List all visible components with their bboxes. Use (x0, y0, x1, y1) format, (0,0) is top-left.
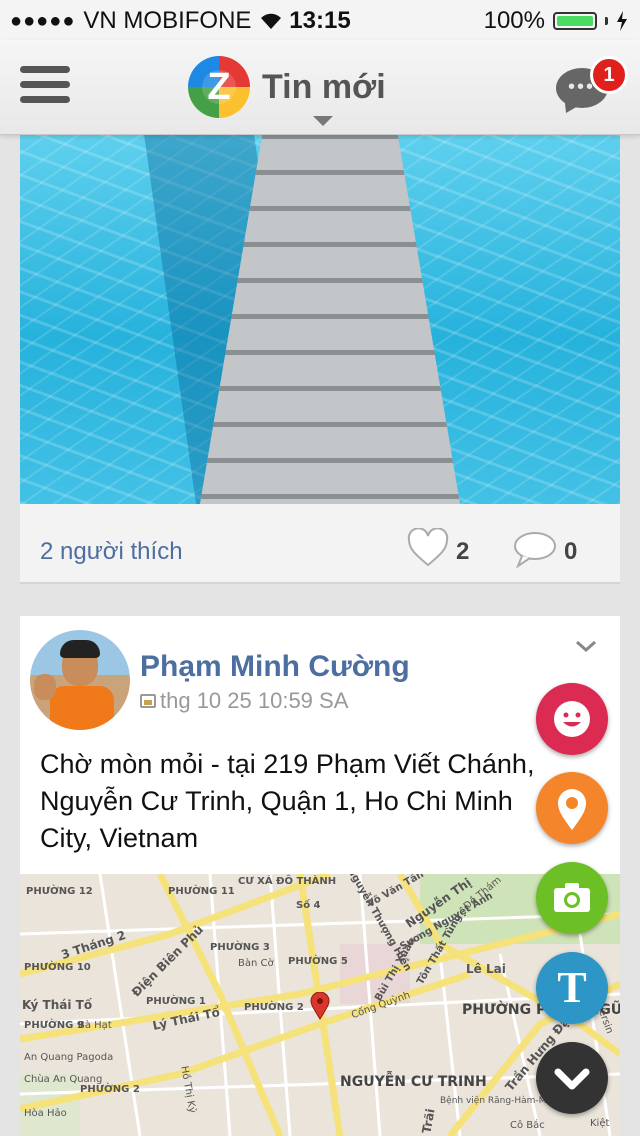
map-label: CƯ XÁ ĐÔ THÀNH (238, 876, 337, 887)
map-label: PHƯỜNG 2 (244, 1002, 304, 1013)
menu-button[interactable] (20, 66, 70, 108)
messages-button[interactable]: ••• 1 (556, 56, 628, 118)
map-label: PHƯỜNG 3 (210, 942, 270, 953)
page-title: Tin mới (262, 67, 386, 106)
map-label: PHƯỜNG 11 (168, 886, 235, 897)
sticker-button[interactable] (536, 683, 608, 755)
map-label: Kiệt (590, 1118, 610, 1129)
map-label: Bàn Cờ (238, 958, 274, 969)
text-letter-icon: T (557, 963, 587, 1012)
map-label: PHƯỜNG 1 (146, 996, 206, 1007)
map-label: NGUYỄN CƯ TRINH (340, 1074, 487, 1090)
post-meta: thg 10 25 10:59 SA (140, 688, 348, 714)
map-label: PHƯỜNG PHẠM NGŨ LÃO (462, 1002, 620, 1018)
text-post-button[interactable]: T (536, 952, 608, 1024)
comment-count: 0 (564, 538, 578, 565)
battery-percent: 100% (483, 7, 545, 34)
zing-logo: Z (188, 56, 250, 118)
battery-fill (557, 16, 593, 26)
map-label: Cô Bắc (510, 1120, 545, 1131)
map-label: An Quang Pagoda (24, 1052, 114, 1063)
map-label: PHƯỜNG 10 (24, 962, 91, 973)
camera-icon (554, 883, 590, 912)
photo-icon (140, 694, 156, 708)
likes-summary-link[interactable]: 2 người thích (40, 538, 183, 566)
location-map[interactable]: PHƯỜNG 12 PHƯỜNG 11 CƯ XÁ ĐÔ THÀNH Số 4 … (20, 874, 620, 1136)
feed-selector[interactable]: Z Tin mới (188, 56, 386, 118)
map-label: Bà Hạt (78, 1020, 112, 1031)
chevron-down-icon (576, 640, 596, 653)
hamburger-icon (20, 66, 70, 103)
comment-icon (514, 532, 556, 569)
notification-badge: 1 (590, 56, 628, 94)
map-label: PHƯỜNG 2 (80, 1084, 140, 1095)
battery-icon (553, 12, 597, 30)
avatar-hair (60, 640, 100, 658)
map-label: Hòa Hảo (24, 1108, 67, 1119)
like-button[interactable] (406, 527, 450, 568)
location-pin-icon (558, 789, 586, 830)
status-bar: ●●●●● VN MOBIFONE 13:15 100% (0, 0, 640, 40)
map-pin-icon[interactable] (310, 992, 330, 1020)
check-in-button[interactable] (536, 772, 608, 844)
post-time: thg 10 25 10:59 SA (160, 688, 349, 713)
battery-tip (605, 17, 608, 25)
nav-bar: Z Tin mới ••• 1 (0, 40, 640, 135)
avatar-vest (50, 686, 114, 730)
collapse-button[interactable] (536, 1042, 608, 1114)
photo-button[interactable] (536, 862, 608, 934)
charging-icon (617, 11, 627, 31)
smiley-icon (554, 701, 590, 737)
post-footer: 2 người thích 2 0 (20, 504, 620, 584)
post-card: Phạm Minh Cường thg 10 25 10:59 SA Chờ m… (20, 616, 620, 1136)
map-label: Số 4 (296, 900, 321, 911)
chat-dots: ••• (568, 76, 596, 98)
map-pin-svg (310, 992, 330, 1020)
map-label: Ký Thái Tố (22, 998, 93, 1012)
heart-icon (407, 527, 449, 567)
caret-down-icon (313, 116, 333, 126)
logo-letter: Z (207, 66, 231, 108)
avatar-hand (34, 674, 56, 700)
map-label: Lê Lai (466, 962, 506, 976)
comment-button[interactable] (512, 530, 558, 569)
map-label: PHƯỜNG 12 (26, 886, 93, 897)
map-label: PHƯỜNG 9 (24, 1020, 84, 1031)
like-count: 2 (456, 538, 470, 565)
map-label: PHƯỜNG 5 (288, 956, 348, 967)
status-right: 100% (484, 7, 628, 35)
author-name[interactable]: Phạm Minh Cường (140, 650, 410, 684)
post-photo[interactable] (20, 134, 620, 504)
post-text: Chờ mòn mỏi - tại 219 Phạm Viết Chánh, N… (40, 749, 535, 853)
avatar[interactable] (30, 630, 130, 730)
post-options-button[interactable] (574, 636, 598, 656)
chevron-down-icon (554, 1068, 590, 1090)
